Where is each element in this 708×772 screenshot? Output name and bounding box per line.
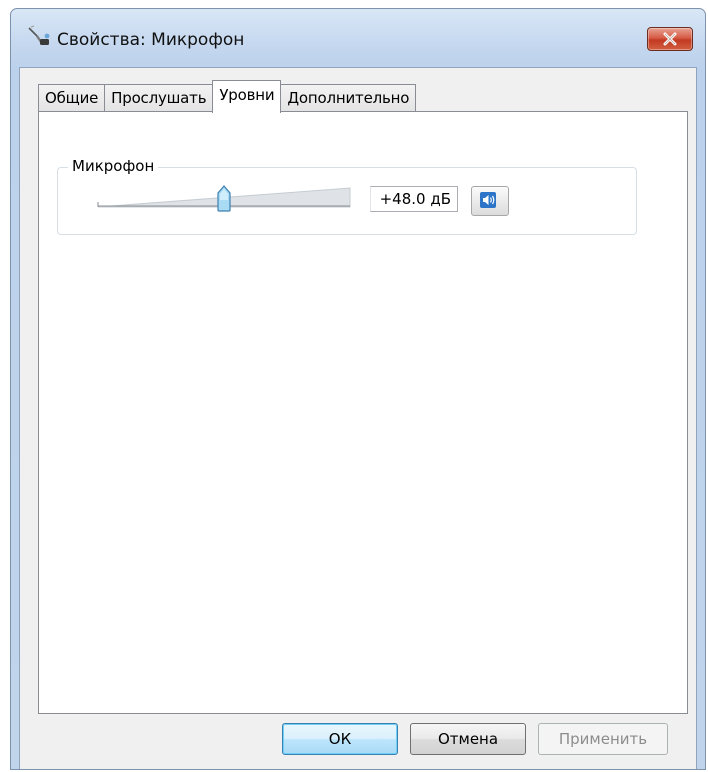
- dialog-client-area: Общие Прослушать Уровни Дополнительно Ми…: [19, 67, 697, 769]
- ok-button[interactable]: ОК: [282, 723, 398, 755]
- level-value-field[interactable]: +48.0 дБ: [370, 186, 458, 212]
- slider-thumb[interactable]: [217, 184, 231, 212]
- microphone-group: Микрофон +48.0 дБ: [57, 157, 637, 235]
- apply-button[interactable]: Применить: [538, 723, 668, 755]
- tab-levels[interactable]: Уровни: [212, 80, 282, 113]
- tab-advanced[interactable]: Дополнительно: [280, 84, 417, 112]
- cancel-button[interactable]: Отмена: [410, 723, 526, 755]
- mute-button[interactable]: [471, 186, 509, 216]
- tab-listen[interactable]: Прослушать: [104, 84, 214, 112]
- speaker-icon: [479, 190, 501, 213]
- title-bar[interactable]: Свойства: Микрофон: [11, 9, 705, 69]
- microphone-icon: [27, 25, 51, 47]
- volume-slider[interactable]: [96, 182, 352, 216]
- tab-general[interactable]: Общие: [38, 84, 106, 112]
- dialog-window: Свойства: Микрофон Общие Прослушать Уров…: [10, 8, 706, 770]
- window-title: Свойства: Микрофон: [57, 30, 245, 50]
- tab-strip: Общие Прослушать Уровни Дополнительно: [38, 78, 417, 113]
- group-label: Микрофон: [68, 157, 159, 175]
- levels-panel: Микрофон +48.0 дБ: [38, 111, 688, 714]
- close-button[interactable]: [647, 27, 693, 51]
- close-icon: [662, 32, 678, 46]
